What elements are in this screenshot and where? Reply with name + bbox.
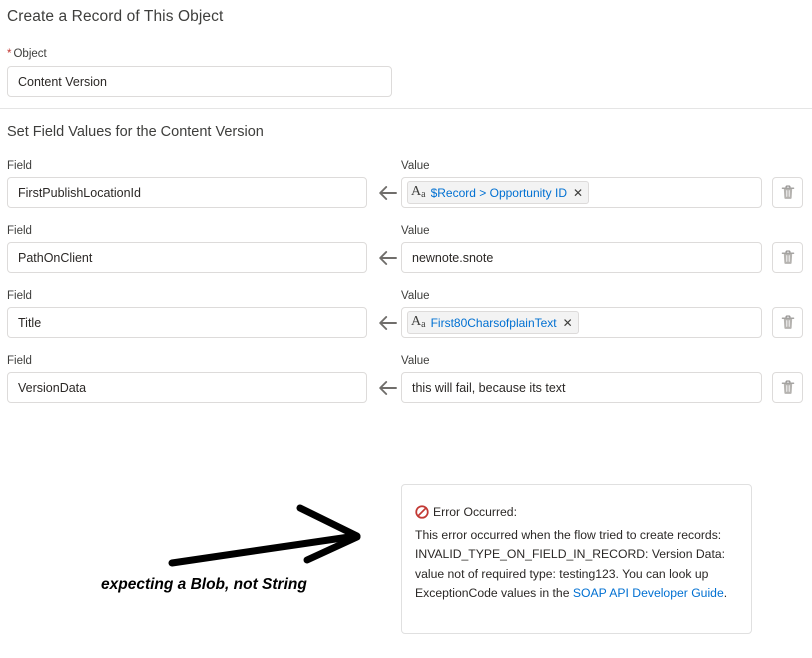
- value-input[interactable]: this will fail, because its text: [401, 372, 762, 403]
- soap-api-developer-guide-link[interactable]: SOAP API Developer Guide: [573, 586, 724, 600]
- trash-icon: [781, 315, 794, 329]
- merge-field-pill[interactable]: Aa First80CharsofplainText ✕: [407, 311, 579, 334]
- trash-icon: [781, 380, 794, 394]
- delete-row-button[interactable]: [772, 372, 803, 403]
- value-input[interactable]: Aa First80CharsofplainText ✕: [401, 307, 762, 338]
- object-input[interactable]: Content Version: [7, 66, 392, 97]
- error-body-after-link: .: [723, 586, 728, 600]
- value-input[interactable]: newnote.snote: [401, 242, 762, 273]
- value-column-label: Value: [401, 355, 430, 367]
- error-heading: Error Occurred:: [433, 505, 517, 519]
- merge-field-pill-label: $Record > Opportunity ID: [430, 185, 567, 200]
- required-asterisk: *: [7, 48, 12, 60]
- merge-field-pill-label: First80CharsofplainText: [430, 315, 557, 330]
- value-column-label: Value: [401, 160, 430, 172]
- ban-circle-icon: [415, 505, 429, 526]
- header-divider: [0, 108, 812, 109]
- field-name-input[interactable]: Title: [7, 307, 367, 338]
- field-value-row: Field Value PathOnClient newnote.snote: [0, 225, 812, 290]
- delete-row-button[interactable]: [772, 307, 803, 338]
- value-column-label: Value: [401, 225, 430, 237]
- field-column-label: Field: [7, 290, 32, 302]
- delete-row-button[interactable]: [772, 242, 803, 273]
- delete-row-button[interactable]: [772, 177, 803, 208]
- annotation-arrow-icon: [95, 498, 375, 583]
- field-column-label: Field: [7, 355, 32, 367]
- annotation-caption: expecting a Blob, not String: [101, 576, 307, 593]
- arrow-left-icon: [377, 177, 399, 208]
- close-icon[interactable]: ✕: [573, 187, 583, 199]
- error-message: Error Occurred: This error occurred when …: [415, 503, 735, 604]
- field-column-label: Field: [7, 160, 32, 172]
- field-name-input[interactable]: FirstPublishLocationId: [7, 177, 367, 208]
- object-label-text: Object: [13, 48, 47, 60]
- value-input[interactable]: Aa $Record > Opportunity ID ✕: [401, 177, 762, 208]
- flow-create-record-screen: Create a Record of This Object * Object C…: [0, 0, 812, 658]
- arrow-left-icon: [377, 242, 399, 273]
- close-icon[interactable]: ✕: [563, 317, 573, 329]
- field-value-row: Field Value FirstPublishLocationId Aa $R…: [0, 160, 812, 225]
- field-value-row: Field Value VersionData this will fail, …: [0, 355, 812, 420]
- trash-icon: [781, 250, 794, 264]
- arrow-left-icon: [377, 307, 399, 338]
- field-value-row: Field Value Title Aa First80Charsofplain…: [0, 290, 812, 355]
- object-field-label: * Object: [7, 48, 47, 60]
- header-block: Create a Record of This Object * Object C…: [0, 0, 812, 109]
- arrow-left-icon: [377, 372, 399, 403]
- section-title: Set Field Values for the Content Version: [7, 124, 264, 140]
- value-column-label: Value: [401, 290, 430, 302]
- page-title: Create a Record of This Object: [7, 8, 224, 25]
- trash-icon: [781, 185, 794, 199]
- text-type-icon: Aa: [411, 184, 426, 200]
- field-column-label: Field: [7, 225, 32, 237]
- text-type-icon: Aa: [411, 314, 426, 330]
- error-panel: Error Occurred: This error occurred when …: [401, 484, 752, 634]
- merge-field-pill[interactable]: Aa $Record > Opportunity ID ✕: [407, 181, 590, 204]
- field-name-input[interactable]: VersionData: [7, 372, 367, 403]
- field-name-input[interactable]: PathOnClient: [7, 242, 367, 273]
